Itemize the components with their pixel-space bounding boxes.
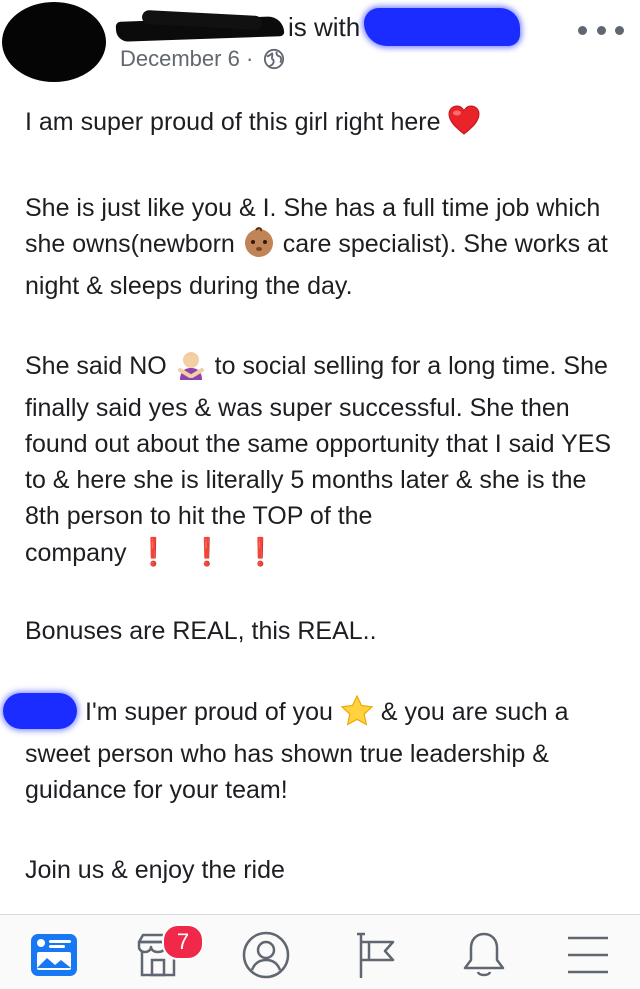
tab-pages[interactable] [346,929,406,981]
author-name-redacted[interactable] [112,15,288,41]
post-paragraph: I'm super proud of you & you are such a … [3,693,625,808]
post-text: Bonuses are REAL, this REAL.. [25,617,377,645]
exclamation-emoji-icon: ❗ [243,537,278,567]
menu-icon [568,936,608,974]
post-paragraph: She said NO to social selling for a long… [25,348,625,571]
tab-profile[interactable] [236,929,296,981]
more-options-button[interactable] [578,18,624,42]
post-paragraph: She is just like you & I. She has a full… [25,190,625,304]
globe-icon[interactable] [263,48,285,70]
tab-menu[interactable] [558,929,618,981]
marketplace-badge: 7 [162,924,204,960]
notifications-bell-icon [463,932,505,977]
post-text: I am super proud of this girl right here [25,108,441,136]
profile-icon [242,931,290,979]
avatar[interactable] [2,2,106,82]
more-dot-icon [615,25,624,35]
post-body: I am super proud of this girl right here… [3,104,625,888]
post-paragraph: I am super proud of this girl right here [25,104,625,146]
post-header: is with December 6 · [0,0,640,90]
pages-flag-icon [357,932,395,978]
more-dot-icon [578,25,587,35]
post-text: company [25,539,127,567]
author-line[interactable]: is with [112,8,521,46]
post-text: Join us & enjoy the ride [25,856,285,884]
post-date[interactable]: December 6 [120,46,240,71]
post-paragraph: Bonuses are REAL, this REAL.. [25,613,625,649]
bottom-tab-bar [0,914,640,989]
meta-separator: · [245,46,254,71]
star-emoji-icon [340,694,374,736]
post-text: I'm super proud of you [85,698,333,726]
baby-emoji-icon [242,226,276,268]
news-feed-icon [31,934,77,976]
more-dot-icon [596,25,606,35]
post-text: She said NO [25,352,167,380]
gesturing-no-emoji-icon [174,348,208,390]
with-label: is with [288,12,361,42]
tab-news-feed[interactable] [24,929,84,981]
heart-emoji-icon [447,104,481,146]
exclamation-emoji-icon: ❗ [190,537,224,567]
tagged-name-redacted[interactable] [364,8,521,46]
post-paragraph: Join us & enjoy the ride [25,852,625,888]
post-meta: December 6 · [120,44,285,74]
mention-redacted[interactable] [3,693,77,729]
exclamation-emoji-icon: ❗ [136,537,171,567]
tab-notifications[interactable] [454,929,514,981]
